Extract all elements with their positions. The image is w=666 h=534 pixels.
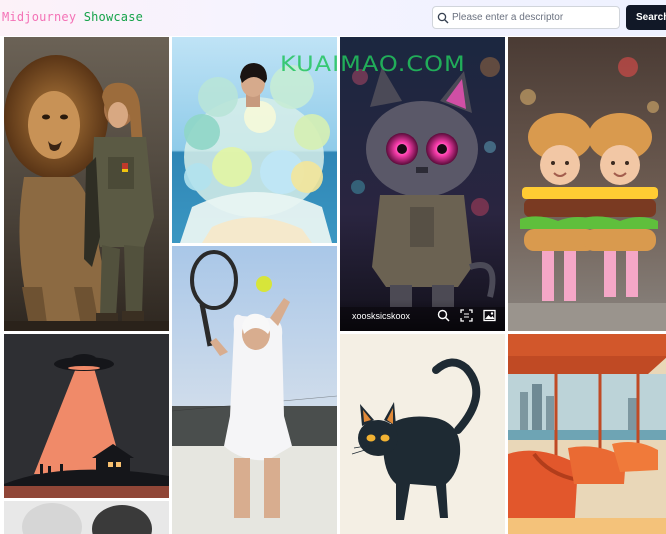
gallery-image-tram-seats[interactable]: [508, 334, 666, 534]
gallery-image-burger-babies[interactable]: [508, 37, 666, 331]
lion-soldier-artwork: [4, 37, 169, 331]
search-icon: [437, 12, 449, 23]
site-logo[interactable]: Midjourney Showcase: [2, 10, 143, 24]
search-box: [432, 6, 620, 29]
gallery-image-lion-soldier[interactable]: [4, 37, 169, 331]
black-cat-artwork: [340, 334, 505, 534]
author-name[interactable]: xoosksicskoox: [352, 311, 410, 321]
gallery-image-ufo-house[interactable]: [4, 334, 169, 498]
gallery-image-tennis-player[interactable]: [172, 246, 337, 534]
logo-text-showcase: Showcase: [83, 10, 144, 24]
burger-babies-artwork: [508, 37, 666, 331]
scan-icon[interactable]: [460, 309, 473, 322]
gallery-image-robot-cat[interactable]: [340, 37, 505, 331]
search-icon[interactable]: [437, 309, 450, 322]
gallery-image-black-cat[interactable]: [340, 334, 505, 534]
search-button[interactable]: Search: [626, 5, 666, 30]
top-header: Midjourney Showcase Search: [0, 0, 666, 36]
robot-cat-artwork: [340, 37, 505, 331]
ufo-house-artwork: [4, 334, 169, 498]
tram-seats-artwork: [508, 334, 666, 534]
image-icon[interactable]: [483, 309, 496, 322]
portraits-partial-artwork: [4, 501, 169, 534]
search-input[interactable]: [452, 12, 612, 23]
gallery-image-portraits-partial[interactable]: [4, 501, 169, 534]
watermark-text: KUAIMAO.COM: [280, 51, 466, 77]
tennis-player-artwork: [172, 246, 337, 534]
logo-text-midjourney: Midjourney: [2, 10, 77, 24]
